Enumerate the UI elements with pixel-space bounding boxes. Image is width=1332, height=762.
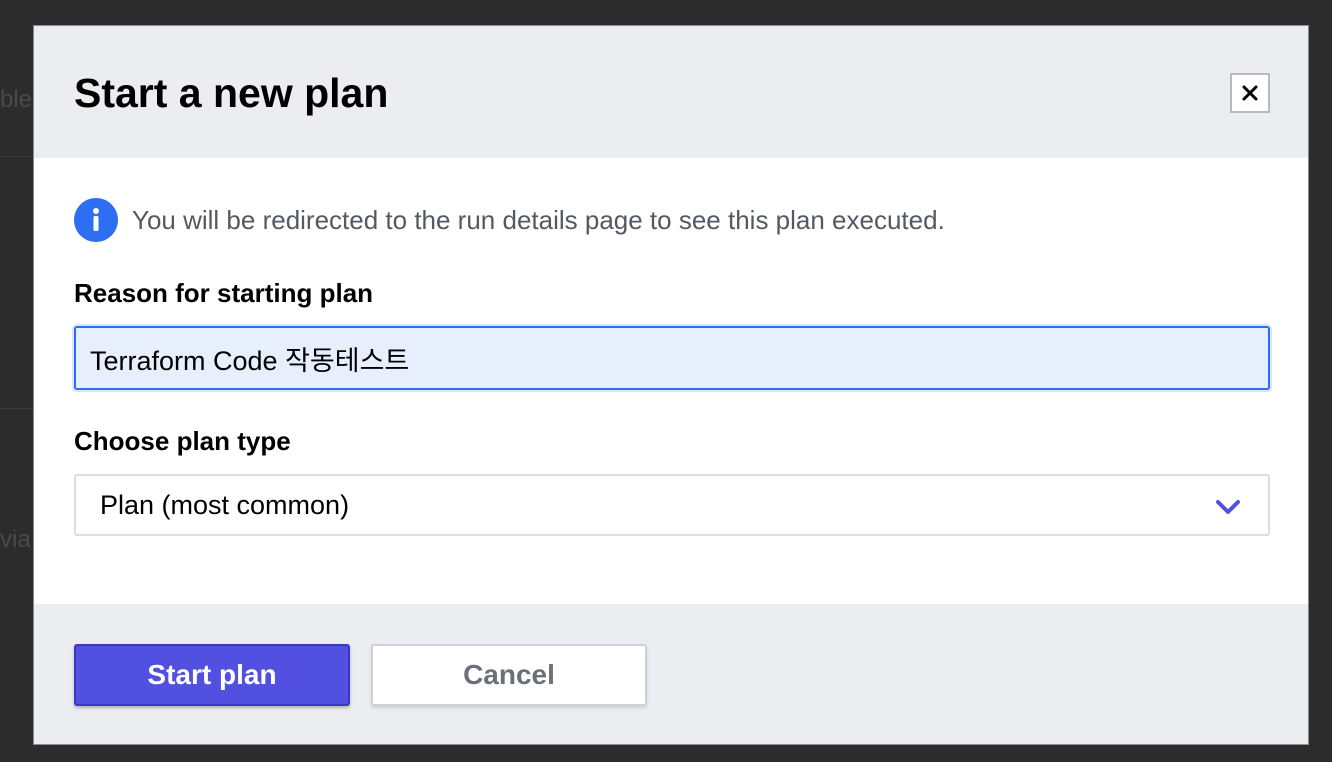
info-message: You will be redirected to the run detail…	[132, 204, 945, 235]
cancel-button[interactable]: Cancel	[371, 644, 647, 706]
start-plan-modal: Start a new plan You will be redirected …	[33, 25, 1309, 745]
plan-type-label: Choose plan type	[74, 426, 291, 456]
info-notice: You will be redirected to the run detail…	[74, 198, 945, 242]
plan-type-select[interactable]: Plan (most common)	[74, 474, 1270, 536]
modal-title: Start a new plan	[74, 70, 389, 116]
chevron-down-icon	[1216, 500, 1240, 514]
reason-label: Reason for starting plan	[74, 278, 374, 308]
modal-footer: Start plan Cancel	[34, 604, 1308, 744]
start-plan-button[interactable]: Start plan	[74, 644, 350, 706]
info-icon	[74, 198, 118, 242]
close-icon	[1242, 85, 1258, 101]
reason-input[interactable]	[74, 326, 1270, 390]
background-text-fragment: ble	[0, 86, 33, 113]
close-button[interactable]	[1230, 73, 1270, 113]
background-text-fragment: via	[0, 526, 31, 553]
modal-header: Start a new plan	[34, 26, 1308, 158]
modal-body: You will be redirected to the run detail…	[34, 158, 1308, 604]
plan-type-selected-value: Plan (most common)	[100, 490, 350, 520]
